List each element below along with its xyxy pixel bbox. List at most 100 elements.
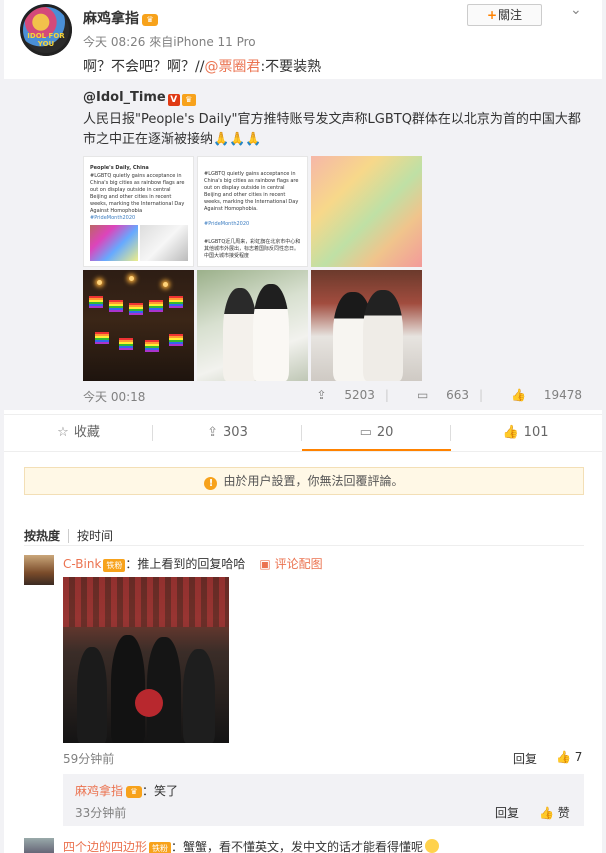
like-count[interactable]: 👍 19478 — [497, 388, 582, 402]
fan-badge: 铁粉 — [103, 559, 126, 572]
thumbs-up-icon: 👍 — [539, 806, 558, 820]
person-figure — [111, 635, 145, 743]
sub-like-button[interactable]: 👍 赞 — [539, 804, 570, 821]
star-icon: ☆ — [57, 425, 69, 440]
sub-like-label: 赞 — [557, 806, 570, 820]
tweet2-tag: #PrideMonth2020 — [204, 221, 250, 227]
repost-time[interactable]: 今天 00:18 — [83, 388, 145, 405]
comment-picture-link[interactable]: ▣ 评论配图 — [259, 557, 322, 571]
rainbow-flag — [149, 300, 163, 312]
tweet-screenshot-2[interactable]: #LGBTQ quietly gains acceptance in China… — [197, 156, 308, 267]
member-badge-icon: ♛ — [181, 94, 196, 106]
tweet1-photo-a — [90, 225, 138, 261]
wedding-embrace-photo[interactable] — [311, 270, 422, 381]
comment-image[interactable] — [63, 577, 229, 743]
comment-button[interactable]: ▭ 20 — [302, 415, 451, 451]
plus-icon: + — [486, 8, 498, 22]
lantern-row — [63, 577, 229, 627]
light-bulb — [129, 276, 134, 281]
repost-author-name[interactable]: @Idol_Time — [83, 90, 166, 105]
comment-line: C-Bink 铁粉 ：推上看到的回复哈哈 ▣ 评论配图 — [63, 555, 323, 572]
rainbow-flag — [95, 332, 109, 344]
comment-button-count: 20 — [376, 425, 394, 440]
bride-figure — [223, 288, 257, 381]
favorite-label: 收藏 — [73, 425, 100, 440]
sub-comment-text: ：笑了 — [142, 784, 179, 798]
follow-label: 關注 — [498, 8, 523, 22]
author-name-text[interactable]: 麻鸡拿指 — [83, 11, 139, 27]
notice-text: 由於用户設置，你無法回覆評論。 — [223, 474, 404, 488]
sub-comment-line: 麻鸡拿指 ♛ ：笑了 — [75, 782, 178, 799]
stat-divider: | — [384, 388, 389, 402]
light-bulb — [163, 282, 168, 287]
post-text: 啊？不会吧？啊？//@票圈君:不要装熟 — [83, 56, 321, 76]
reply-button[interactable]: 回复 — [513, 750, 537, 767]
tweet2-cn: #LGBTQ近几周来，彩虹旗在北京市中心和其他城市外展出，标志着国际反同性恋日。… — [204, 239, 301, 259]
repost-text: 人民日报"People's Daily"官方推特账号发文声称LGBTQ群体在以北… — [83, 112, 581, 147]
author-avatar[interactable]: IDOL FOR YOU — [20, 4, 72, 56]
avatar-logo-text: IDOL FOR YOU — [27, 32, 65, 48]
tweet1-header: People's Daily, China — [90, 165, 149, 171]
tweet1-body: #LGBTQ quietly gains acceptance in China… — [90, 173, 185, 214]
rainbow-flags-photo[interactable] — [83, 270, 194, 381]
comment-count-value: 663 — [446, 388, 469, 402]
fan-badge: 铁粉 — [149, 842, 172, 853]
comment-like-count: 7 — [574, 750, 583, 764]
tweet1-tag: #PrideMonth2020 — [90, 215, 136, 221]
chevron-down-icon[interactable]: ⌄ — [570, 2, 582, 18]
post-text-after: :不要装熟 — [260, 59, 322, 75]
image-grid: People's Daily, China #LGBTQ quietly gai… — [83, 156, 423, 382]
wedding-kiss-photo[interactable] — [197, 270, 308, 381]
avatar-ring — [20, 4, 72, 56]
rainbow-flag — [89, 296, 103, 308]
sub-reply-button[interactable]: 回复 — [495, 804, 519, 821]
tweet2-body: #LGBTQ quietly gains acceptance in China… — [204, 171, 299, 212]
commenter-name[interactable]: C-Bink — [63, 557, 101, 571]
sub-comment-time: 33分钟前 — [75, 806, 127, 820]
repost-author[interactable]: @Idol_Time V ♛ — [83, 90, 196, 106]
repost-button[interactable]: ⇪ 303 — [153, 415, 302, 451]
author-name[interactable]: 麻鸡拿指 ♛ — [83, 8, 158, 28]
mention-link[interactable]: @票圈君 — [204, 59, 260, 75]
comment-text: ：蟹蟹，看不懂英文，发中文的话才能看得懂呢 — [171, 840, 424, 853]
thumbs-up-icon: 👍 — [511, 388, 530, 402]
follow-button[interactable]: +關注 — [467, 4, 542, 26]
post-text-before: 啊？不会吧？啊？// — [83, 59, 205, 75]
rainbow-flag — [169, 296, 183, 308]
repost-icon: ⇪ — [316, 388, 331, 402]
repost-count-value: 5203 — [344, 388, 375, 402]
commenter-name[interactable]: 四个边的四边形 — [63, 840, 147, 853]
member-badge-icon: ♛ — [126, 786, 143, 798]
comment-icon: ▭ — [359, 425, 372, 440]
repost-count[interactable]: ⇪ 5203 — [302, 388, 374, 402]
rainbow-flag — [145, 340, 159, 352]
commenter-avatar[interactable] — [24, 555, 54, 585]
reply-disabled-notice: ! 由於用户設置，你無法回覆評論。 — [24, 467, 584, 495]
member-badge-icon: ♛ — [142, 14, 158, 26]
rainbow-flag — [119, 338, 133, 350]
favorite-button[interactable]: ☆ 收藏 — [4, 415, 153, 451]
sub-commenter-name[interactable]: 麻鸡拿指 — [75, 784, 123, 798]
repost-stats: ⇪ 5203 | ▭ 663 | 👍 19478 — [288, 388, 582, 402]
image-icon: ▣ — [259, 557, 275, 571]
rainbow-flag — [129, 303, 143, 315]
tweet1-photo-b — [140, 225, 188, 261]
comment-like-button[interactable]: 👍 7 — [556, 750, 582, 764]
sub-comment: 麻鸡拿指 ♛ ：笑了 33分钟前 回复 👍 赞 — [63, 774, 584, 826]
tweet-screenshot-1[interactable]: People's Daily, China #LGBTQ quietly gai… — [83, 156, 194, 267]
repost-icon: ⇪ — [207, 425, 219, 440]
repost-button-count: 303 — [223, 425, 248, 440]
like-button[interactable]: 👍 101 — [451, 415, 600, 451]
thumbs-up-icon: 👍 — [502, 425, 519, 440]
sort-by-hot[interactable]: 按热度 — [24, 529, 60, 543]
comment-time: 59分钟前 — [63, 752, 115, 766]
bride-figure — [253, 284, 289, 381]
sort-by-time[interactable]: 按时间 — [68, 529, 114, 543]
warning-icon: ! — [204, 477, 218, 490]
commenter-avatar[interactable] — [24, 838, 54, 853]
rainbow-flag — [109, 300, 123, 312]
comment-count[interactable]: ▭ 663 — [403, 388, 469, 402]
rainbow-watercolor-image[interactable] — [311, 156, 422, 267]
person-figure — [77, 647, 107, 743]
stat-divider: | — [479, 388, 484, 402]
